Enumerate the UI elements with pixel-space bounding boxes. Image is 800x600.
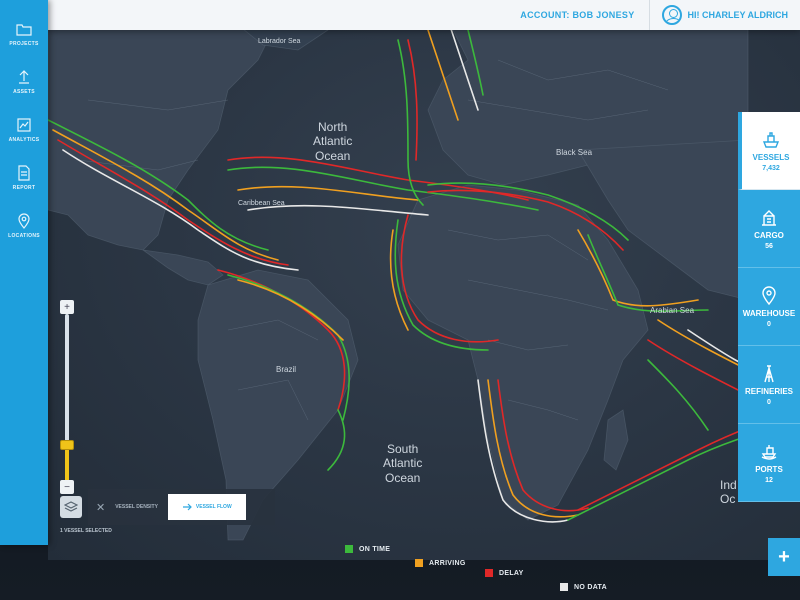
ship-icon <box>762 131 780 148</box>
account-label[interactable]: ACCOUNT: BOB JONESY <box>520 10 634 20</box>
add-button[interactable]: + <box>768 538 800 576</box>
user-greeting[interactable]: HI! CHARLEY ALDRICH <box>688 10 789 20</box>
map-label-south-atlantic: South Atlantic Ocean <box>383 442 423 485</box>
tab-vessel-flow[interactable]: VESSEL FLOW <box>167 494 246 520</box>
stat-value: 0 <box>767 320 771 328</box>
world-map[interactable]: North Atlantic Ocean South Atlantic Ocea… <box>48 0 800 560</box>
tab-vessel-density[interactable]: VESSEL DENSITY <box>115 504 158 510</box>
stat-vessels[interactable]: VESSELS 7,432 <box>738 112 800 190</box>
legend-item-arriving: ARRIVING <box>415 559 466 567</box>
map-label-black-sea: Black Sea <box>556 148 593 157</box>
legend-swatch <box>345 545 353 553</box>
user-avatar-icon[interactable] <box>661 5 682 25</box>
stat-value: 0 <box>767 398 771 406</box>
stat-label: VESSELS <box>752 152 790 162</box>
legend-swatch <box>560 583 568 591</box>
stat-label: PORTS <box>755 464 783 474</box>
legend-item-no-data: NO DATA <box>560 583 607 591</box>
sidebar-item-analytics[interactable]: ANALYTICS <box>0 106 48 154</box>
stats-panel: VESSELS 7,432 CARGO 56 WAREHOUSE 0 REFIN… <box>738 112 800 502</box>
zoom-level-fill <box>65 445 69 485</box>
chart-icon <box>17 118 31 132</box>
stat-label: CARGO <box>754 230 784 240</box>
layers-icon <box>64 501 78 512</box>
sidebar-item-projects[interactable]: PROJECTS <box>0 10 48 58</box>
legend-label: NO DATA <box>574 583 607 591</box>
map-label-brazil: Brazil <box>276 365 297 374</box>
map-label-caribbean-sea: Caribbean Sea <box>238 200 285 207</box>
selection-status: 1 VESSEL SELECTED <box>60 528 112 534</box>
document-icon <box>18 165 30 181</box>
mode-bar: ✕ VESSEL DENSITY VESSEL FLOW <box>88 489 275 525</box>
map-label-indian-ocean: Ind Oc <box>720 478 737 507</box>
legend-item-on-time: ON TIME <box>345 545 390 553</box>
stat-value: 56 <box>765 242 773 250</box>
stat-value: 12 <box>765 476 773 484</box>
flow-icon <box>182 503 192 511</box>
legend-label: DELAY <box>499 569 524 577</box>
upload-icon <box>19 70 29 84</box>
tab-label: VESSEL FLOW <box>195 504 232 510</box>
top-header: ACCOUNT: BOB JONESY HI! CHARLEY ALDRICH <box>48 0 800 30</box>
legend-label: ON TIME <box>359 545 391 553</box>
mode-panel: ✕ VESSEL DENSITY VESSEL FLOW <box>60 486 275 528</box>
stat-value: 7,432 <box>762 164 780 172</box>
crane-icon <box>762 209 776 226</box>
location-pin-icon <box>18 213 30 229</box>
sidebar-label: ASSETS <box>13 89 35 95</box>
port-icon <box>761 444 777 460</box>
stat-label: REFINERIES <box>744 386 793 396</box>
map-label-labrador-sea: Labrador Sea <box>258 38 301 45</box>
close-icon[interactable]: ✕ <box>96 501 105 514</box>
sidebar-item-report[interactable]: REPORT <box>0 154 48 202</box>
refinery-tower-icon <box>764 364 774 382</box>
sidebar-label: LOCATIONS <box>8 233 40 239</box>
zoom-slider[interactable]: + − <box>60 300 74 500</box>
legend-swatch <box>485 569 493 577</box>
location-pin-icon <box>762 285 776 305</box>
sidebar-label: ANALYTICS <box>8 137 40 143</box>
map-label-north-atlantic: North Atlantic Ocean <box>313 120 353 163</box>
zoom-in-button[interactable]: + <box>60 300 74 314</box>
legend-item-delay: DELAY <box>485 569 524 577</box>
layers-button[interactable] <box>60 496 82 518</box>
sidebar-item-assets[interactable]: ASSETS <box>0 58 48 106</box>
sidebar-label: PROJECTS <box>9 41 39 47</box>
stat-refineries[interactable]: REFINERIES 0 <box>738 346 800 424</box>
stat-cargo[interactable]: CARGO 56 <box>738 190 800 268</box>
stat-label: WAREHOUSE <box>742 308 796 318</box>
map-canvas <box>48 0 800 541</box>
stat-ports[interactable]: PORTS 12 <box>738 424 800 502</box>
legend-swatch <box>415 559 423 567</box>
folder-icon <box>16 24 32 36</box>
legend-label: ARRIVING <box>429 559 466 567</box>
sidebar-label: REPORT <box>12 185 36 191</box>
left-sidebar: PROJECTS ASSETS ANALYTICS REPORT LOCATIO… <box>0 0 48 545</box>
legend: ON TIME ARRIVING DELAY NO DATA <box>345 545 745 600</box>
screen: North Atlantic Ocean South Atlantic Ocea… <box>0 0 800 600</box>
user-menu[interactable]: HI! CHARLEY ALDRICH <box>648 0 789 30</box>
map-label-arabian-sea: Arabian Sea <box>650 306 695 315</box>
sidebar-item-locations[interactable]: LOCATIONS <box>0 202 48 250</box>
zoom-handle[interactable] <box>60 440 74 450</box>
stat-warehouse[interactable]: WAREHOUSE 0 <box>738 268 800 346</box>
